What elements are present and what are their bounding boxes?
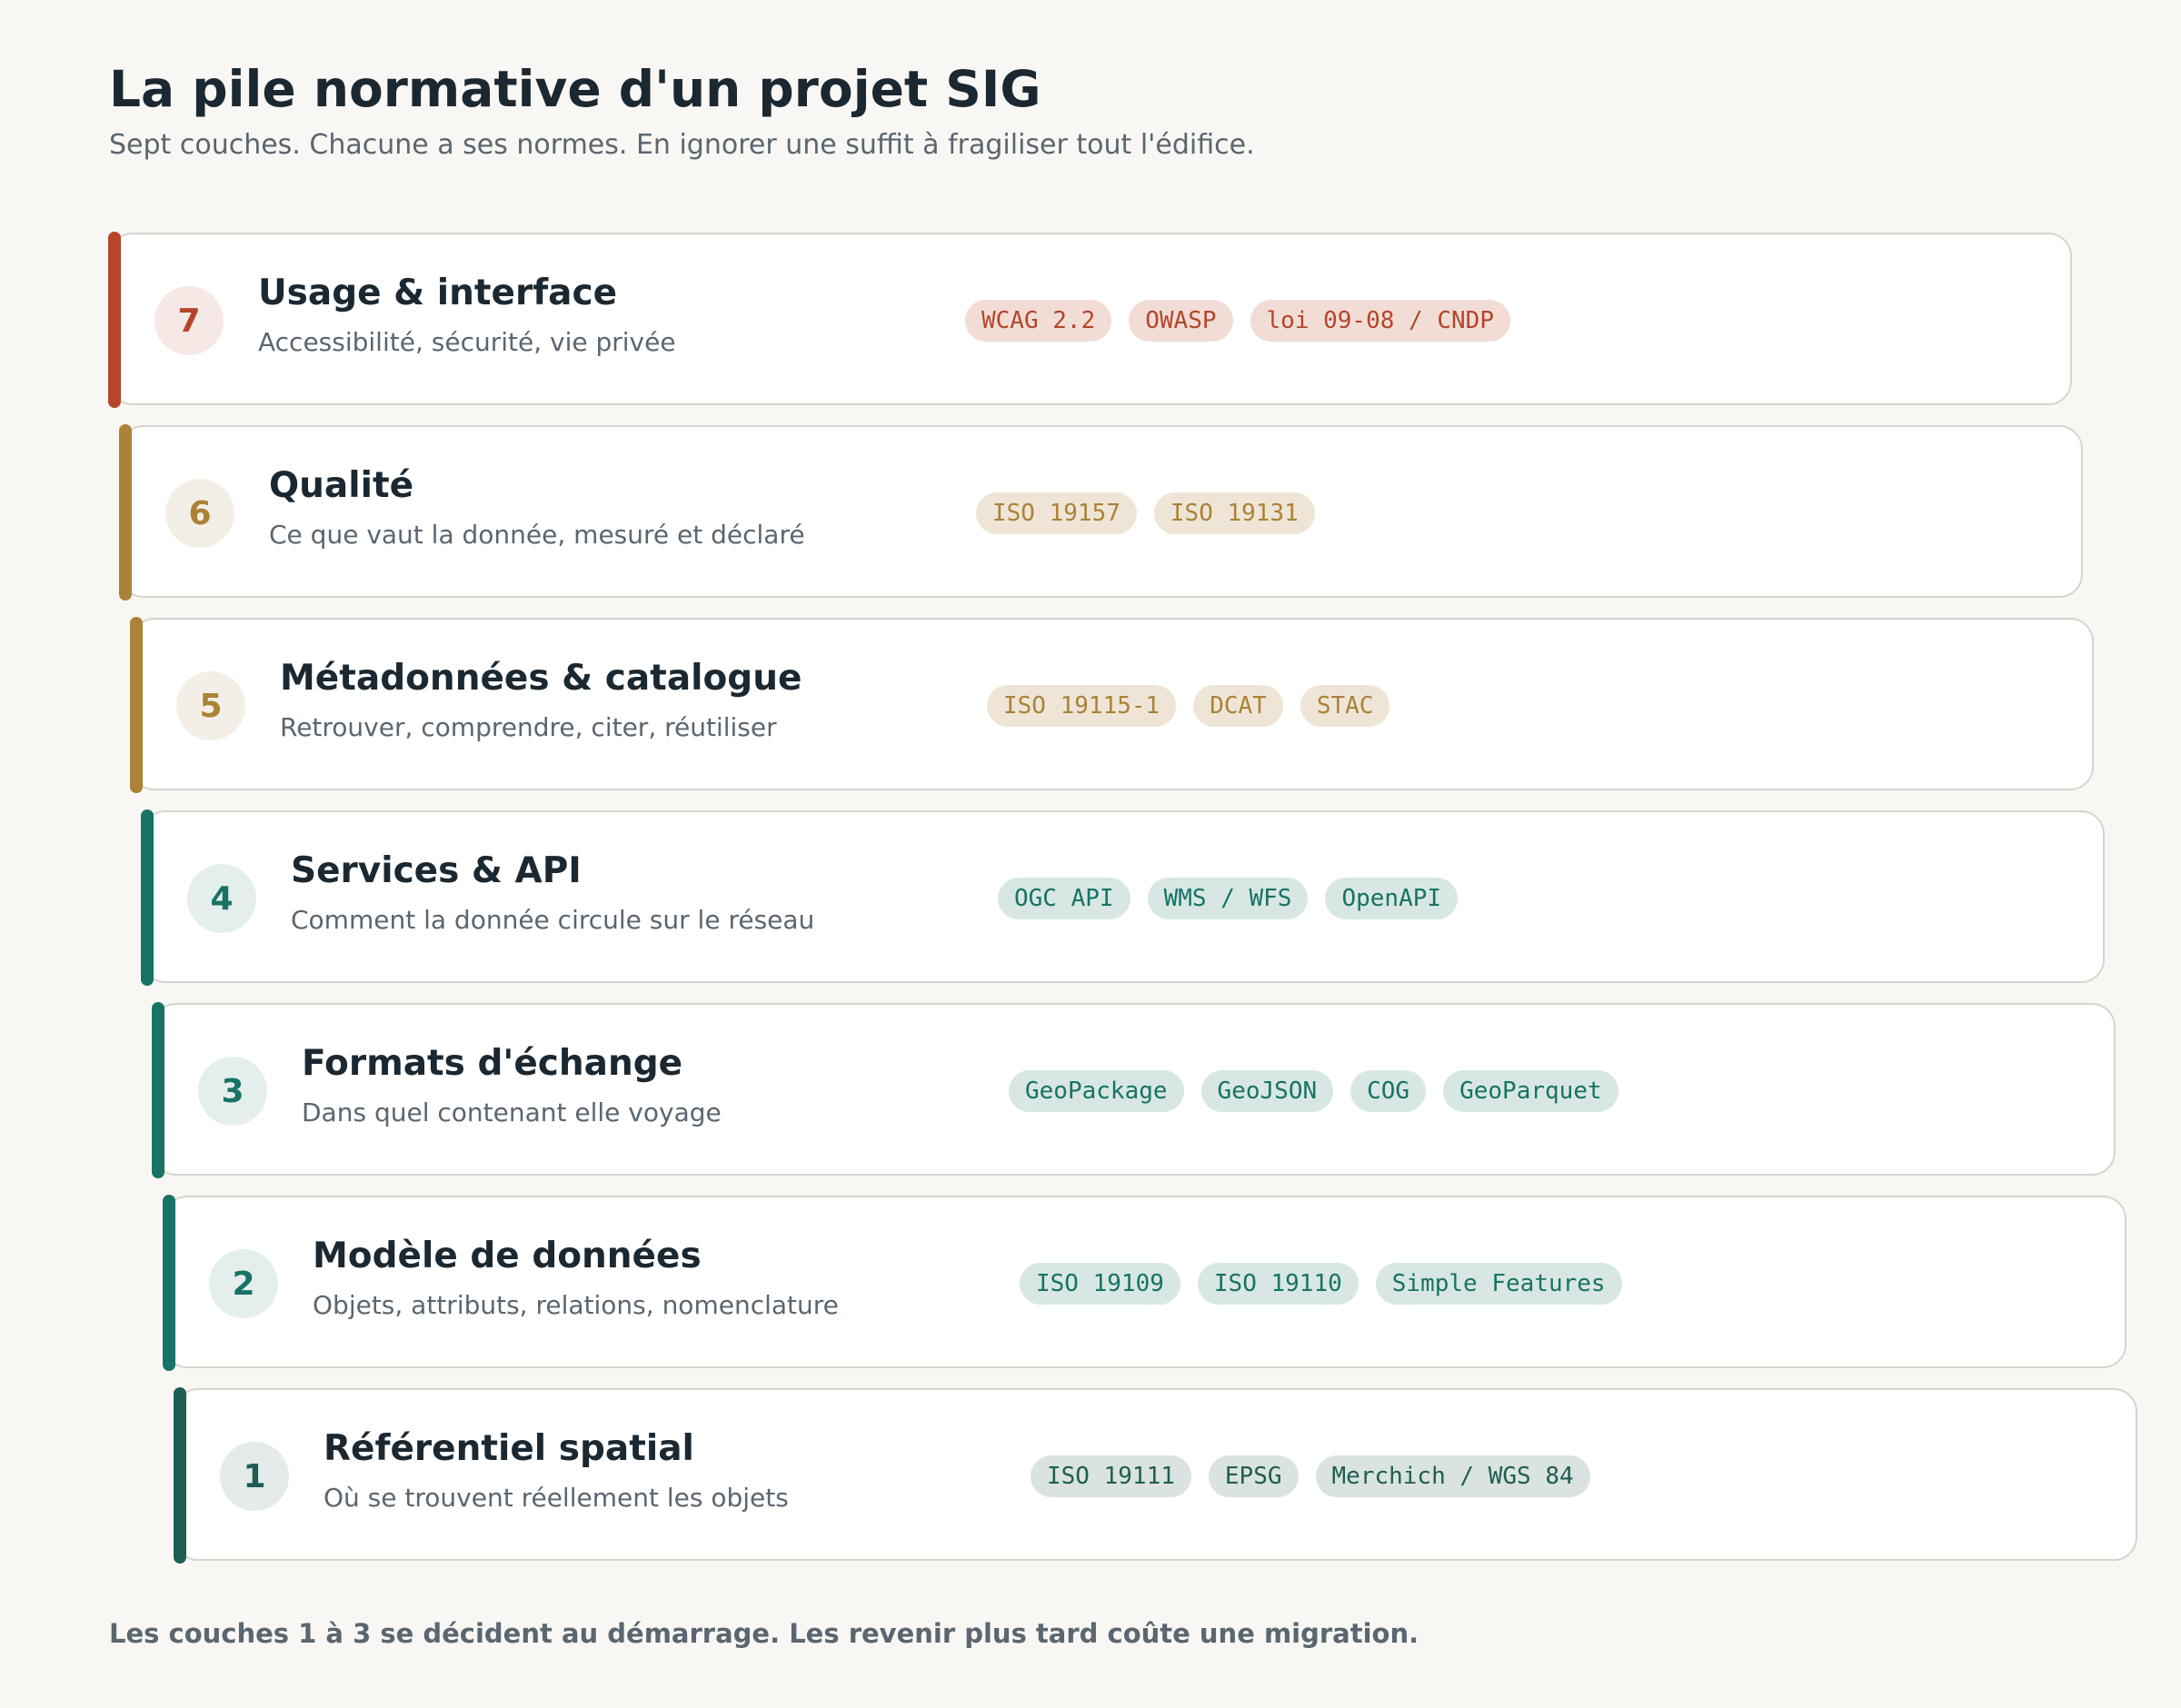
layer-number-badge: 3 [198,1057,267,1126]
footer-note: Les couches 1 à 3 se décident au démarra… [109,1618,1419,1649]
standard-tag: ISO 19131 [1153,492,1315,534]
layer-accent-bar [152,1002,164,1178]
layer-description: Comment la donnée circule sur le réseau [291,905,815,935]
standard-tag: Merchich / WGS 84 [1315,1455,1590,1497]
layer-card-6: 6 Qualité Ce que vaut la donnée, mesuré … [119,424,2083,601]
layer-title: Référentiel spatial [324,1428,694,1469]
layer-description: Où se trouvent réellement les objets [324,1483,789,1513]
layer-description: Retrouver, comprendre, citer, réutiliser [280,712,777,742]
layer-title: Qualité [269,465,414,506]
layer-card-2: 2 Modèle de données Objets, attributs, r… [163,1195,2126,1371]
layer-card-1: 1 Référentiel spatial Où se trouvent rée… [174,1387,2137,1564]
layer-number-badge: 2 [209,1249,278,1318]
layer-accent-bar [141,809,154,986]
standard-tag: OWASP [1129,300,1233,342]
layer-title: Métadonnées & catalogue [280,658,802,699]
layer-card-3: 3 Formats d'échange Dans quel contenant … [152,1002,2116,1178]
layer-number-badge: 4 [187,864,256,933]
standard-tag: WCAG 2.2 [965,300,1112,342]
standard-tag: Simple Features [1375,1263,1622,1305]
standard-tag: GeoJSON [1200,1070,1334,1112]
layer-number-badge: 6 [165,479,234,548]
layer-accent-bar [163,1195,175,1371]
page-title: La pile normative d'un projet SIG [109,60,1041,118]
standard-tag: ISO 19111 [1031,1455,1191,1497]
standard-tag: GeoParquet [1443,1070,1618,1112]
standard-tag: loi 09-08 / CNDP [1250,300,1510,342]
standard-tag: GeoPackage [1009,1070,1184,1112]
layer-description: Objets, attributs, relations, nomenclatu… [313,1290,839,1320]
standards-tag-list: WCAG 2.2 OWASP loi 09-08 / CNDP [965,300,1510,342]
layer-number-badge: 1 [220,1442,289,1511]
standards-tag-list: ISO 19115-1 DCAT STAC [987,685,1390,727]
layer-accent-bar [119,424,132,601]
standard-tag: WMS / WFS [1147,878,1309,919]
layer-number-badge: 7 [154,286,224,355]
layer-card-5: 5 Métadonnées & catalogue Retrouver, com… [130,617,2094,793]
layer-description: Dans quel contenant elle voyage [302,1097,722,1127]
layer-accent-bar [108,232,121,408]
layer-description: Ce que vaut la donnée, mesuré et déclaré [269,520,805,550]
standards-tag-list: GeoPackage GeoJSON COG GeoParquet [1009,1070,1618,1112]
layer-description: Accessibilité, sécurité, vie privée [258,327,676,357]
standards-tag-list: ISO 19157 ISO 19131 [976,492,1315,534]
layer-card-7: 7 Usage & interface Accessibilité, sécur… [108,232,2072,408]
standard-tag: ISO 19157 [976,492,1137,534]
standard-tag: COG [1350,1070,1427,1112]
layer-title: Formats d'échange [302,1043,683,1084]
layer-title: Usage & interface [258,273,618,313]
layer-number-badge: 5 [176,671,245,740]
layer-title: Modèle de données [313,1236,702,1276]
layer-title: Services & API [291,850,582,891]
standards-tag-list: ISO 19109 ISO 19110 Simple Features [1020,1263,1622,1305]
layer-accent-bar [130,617,143,793]
standard-tag: ISO 19115-1 [987,685,1177,727]
standard-tag: ISO 19109 [1020,1263,1180,1305]
standards-tag-list: OGC API WMS / WFS OpenAPI [998,878,1459,919]
layer-card-4: 4 Services & API Comment la donnée circu… [141,809,2105,986]
standard-tag: OGC API [998,878,1130,919]
standard-tag: DCAT [1193,685,1283,727]
layer-accent-bar [174,1387,186,1564]
standards-tag-list: ISO 19111 EPSG Merchich / WGS 84 [1031,1455,1590,1497]
standard-tag: ISO 19110 [1197,1263,1359,1305]
standard-tag: EPSG [1208,1455,1299,1497]
page-subtitle: Sept couches. Chacune a ses normes. En i… [109,129,1255,161]
standard-tag: STAC [1300,685,1390,727]
standard-tag: OpenAPI [1325,878,1459,919]
